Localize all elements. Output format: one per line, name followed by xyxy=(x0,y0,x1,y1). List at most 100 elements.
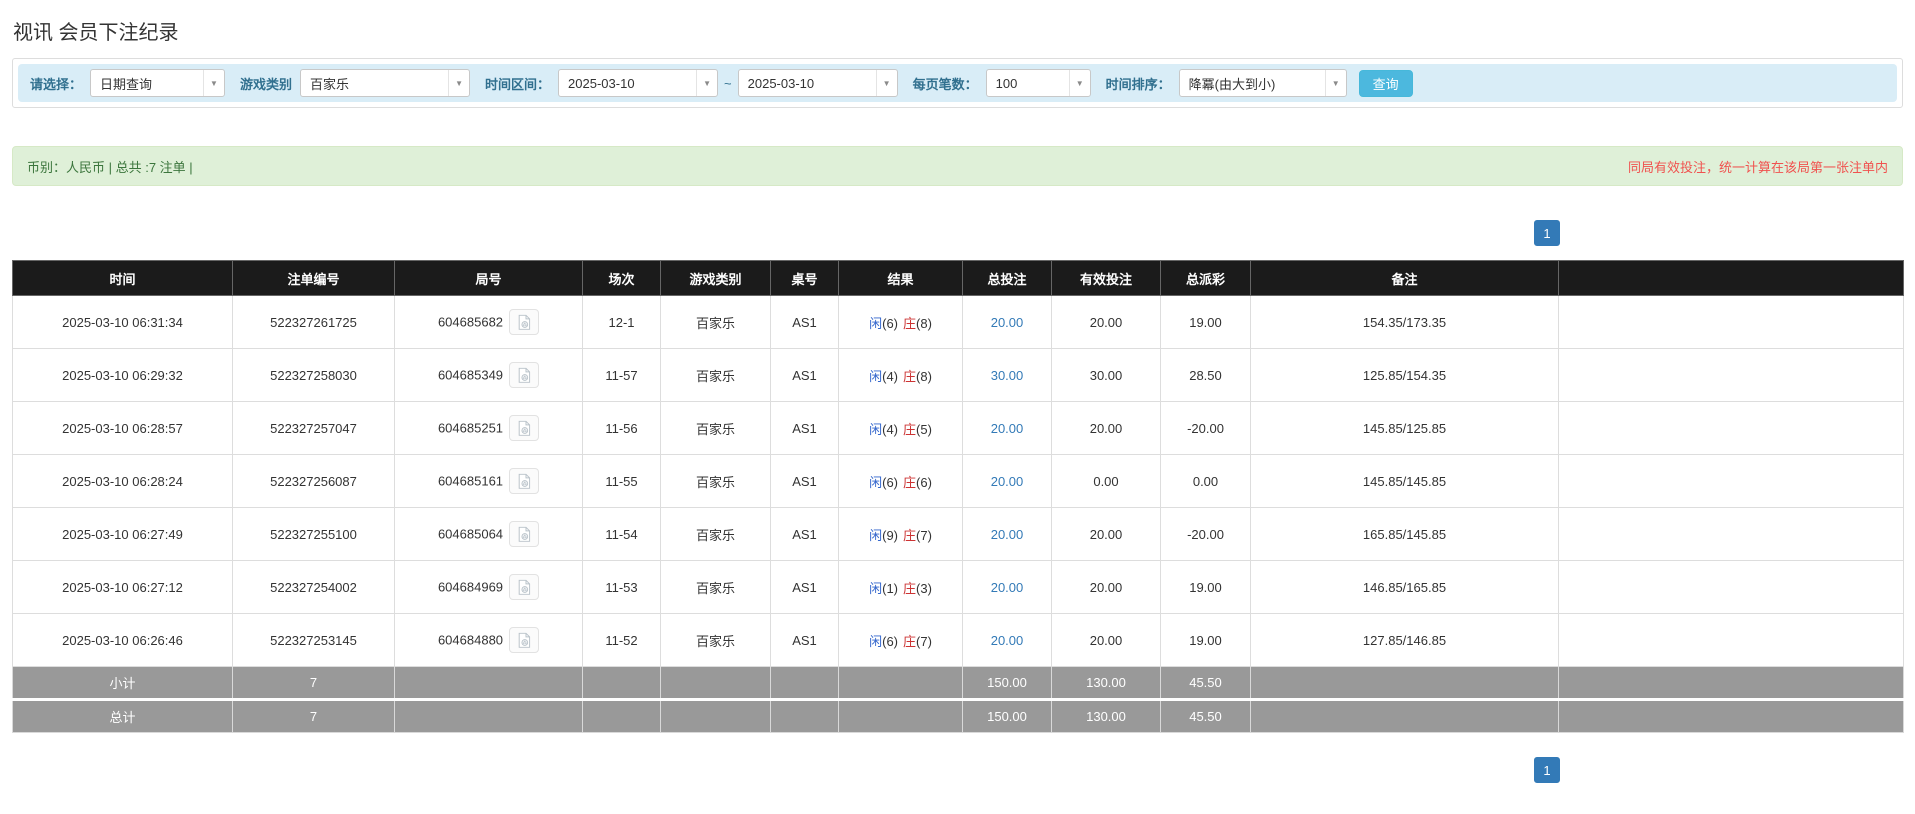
cell-valid-bet: 0.00 xyxy=(1051,454,1161,508)
date-from-select[interactable]: 2025-03-10 ▼ xyxy=(558,69,719,97)
cell-valid-bet: 20.00 xyxy=(1051,295,1161,349)
cell-filler xyxy=(1558,295,1904,349)
game-type-value: 百家乐 xyxy=(310,76,350,92)
cell-bet-id: 522327258030 xyxy=(232,348,395,402)
cell-valid-bet: 20.00 xyxy=(1051,613,1161,667)
cell-time: 2025-03-10 06:31:34 xyxy=(12,295,233,349)
film-document-icon xyxy=(518,420,531,436)
result-banker-score: (3) xyxy=(916,580,932,596)
cell-total-bet: 20.00 xyxy=(962,295,1052,349)
footer-empty xyxy=(394,698,583,733)
cell-round-id: 604685251 xyxy=(394,401,583,455)
cell-result: 闲(4) 庄(8) xyxy=(838,348,963,402)
total-bet-link[interactable]: 20.00 xyxy=(991,580,1024,595)
cell-table-no: AS1 xyxy=(770,454,839,508)
round-id-value: 604685682 xyxy=(437,314,504,330)
cell-table-no: AS1 xyxy=(770,295,839,349)
footer-valid-bet: 130.00 xyxy=(1051,698,1161,733)
cell-game-type: 百家乐 xyxy=(660,348,771,402)
page-size-select[interactable]: 100 ▼ xyxy=(985,69,1091,97)
sort-order-select[interactable]: 降冪(由大到小) ▼ xyxy=(1178,69,1347,97)
cell-total-bet: 30.00 xyxy=(962,348,1052,402)
video-record-button[interactable] xyxy=(509,309,540,335)
cell-bet-id: 522327255100 xyxy=(232,507,395,561)
cell-payout: -20.00 xyxy=(1160,401,1251,455)
total-bet-link[interactable]: 30.00 xyxy=(991,368,1024,383)
pagination-bottom: 1 xyxy=(12,757,1560,783)
cell-balance: 165.85/145.85 xyxy=(1250,507,1559,561)
cell-balance: 125.85/154.35 xyxy=(1250,348,1559,402)
chevron-down-icon: ▼ xyxy=(203,70,224,96)
column-header: 局号 xyxy=(394,260,583,296)
total-bet-link[interactable]: 20.00 xyxy=(991,474,1024,489)
cell-result: 闲(1) 庄(3) xyxy=(838,560,963,614)
cell-round-id: 604685682 xyxy=(394,295,583,349)
date-from-value: 2025-03-10 xyxy=(568,75,635,91)
result-banker-label: 庄 xyxy=(903,580,917,596)
page-button[interactable]: 1 xyxy=(1534,757,1560,783)
date-to-select[interactable]: 2025-03-10 ▼ xyxy=(737,69,898,97)
cell-game-type: 百家乐 xyxy=(660,507,771,561)
cell-filler xyxy=(1558,454,1904,508)
column-header: 注单编号 xyxy=(232,260,395,296)
result-player-label: 闲 xyxy=(869,474,883,490)
video-record-button[interactable] xyxy=(509,574,540,600)
cell-total-bet: 20.00 xyxy=(962,613,1052,667)
game-type-label: 游戏类别 xyxy=(240,76,293,92)
result-banker-score: (7) xyxy=(916,633,932,649)
cell-time: 2025-03-10 06:29:32 xyxy=(12,348,233,402)
video-record-button[interactable] xyxy=(509,468,540,494)
page-size-group: 每页笔数： 100 ▼ xyxy=(913,69,1091,97)
cell-filler xyxy=(1558,613,1904,667)
game-type-select[interactable]: 百家乐 ▼ xyxy=(300,69,471,97)
table-row: 2025-03-10 06:29:32 522327258030 604685349… xyxy=(12,348,1904,402)
query-type-label: 请选择： xyxy=(30,76,83,92)
cell-game-type: 百家乐 xyxy=(660,295,771,349)
cell-result: 闲(4) 庄(5) xyxy=(838,401,963,455)
total-bet-link[interactable]: 20.00 xyxy=(991,421,1024,436)
pagination-top: 1 xyxy=(12,220,1560,246)
query-type-select[interactable]: 日期查询 ▼ xyxy=(90,69,226,97)
cell-payout: 0.00 xyxy=(1160,454,1251,508)
footer-empty xyxy=(838,666,963,700)
page-size-value: 100 xyxy=(995,75,1018,91)
table-footer-row: 小计 7 150.00 130.00 45.50 xyxy=(12,666,1904,700)
column-header: 总派彩 xyxy=(1160,260,1251,296)
result-banker-score: (6) xyxy=(916,474,932,490)
total-bet-link[interactable]: 20.00 xyxy=(991,633,1024,648)
cell-round-id: 604684969 xyxy=(394,560,583,614)
video-record-button[interactable] xyxy=(509,627,540,653)
cell-total-bet: 20.00 xyxy=(962,454,1052,508)
cell-round-id: 604685064 xyxy=(394,507,583,561)
cell-table-no: AS1 xyxy=(770,401,839,455)
total-bet-link[interactable]: 20.00 xyxy=(991,527,1024,542)
table-row: 2025-03-10 06:28:57 522327257047 604685251… xyxy=(12,401,1904,455)
cell-bet-id: 522327257047 xyxy=(232,401,395,455)
footer-empty xyxy=(1250,698,1559,733)
column-header: 游戏类别 xyxy=(660,260,771,296)
video-record-button[interactable] xyxy=(509,521,540,547)
film-document-icon xyxy=(518,473,531,489)
column-header: 总投注 xyxy=(962,260,1052,296)
cell-valid-bet: 20.00 xyxy=(1051,560,1161,614)
filter-panel: 请选择： 日期查询 ▼ 游戏类别 百家乐 ▼ 时间区间： 2025-03-10 … xyxy=(12,58,1903,108)
page-button[interactable]: 1 xyxy=(1534,220,1560,246)
cell-total-bet: 20.00 xyxy=(962,507,1052,561)
round-id-value: 604684969 xyxy=(437,579,504,595)
video-record-button[interactable] xyxy=(509,362,540,388)
footer-empty xyxy=(582,666,661,700)
summary-text: 币别：人民币 | 总共 :7 注单 | xyxy=(27,159,193,175)
video-record-button[interactable] xyxy=(509,415,540,441)
table-row: 2025-03-10 06:26:46 522327253145 604684880… xyxy=(12,613,1904,667)
cell-time: 2025-03-10 06:27:49 xyxy=(12,507,233,561)
search-button[interactable]: 查询 xyxy=(1358,69,1413,97)
cell-game-type: 百家乐 xyxy=(660,454,771,508)
total-bet-link[interactable]: 20.00 xyxy=(991,315,1024,330)
result-banker-label: 庄 xyxy=(903,474,917,490)
cell-table-no: AS1 xyxy=(770,348,839,402)
film-document-icon xyxy=(518,632,531,648)
cell-session: 11-56 xyxy=(582,401,661,455)
result-banker-label: 庄 xyxy=(903,527,917,543)
round-id-value: 604684880 xyxy=(437,632,504,648)
filter-bar: 请选择： 日期查询 ▼ 游戏类别 百家乐 ▼ 时间区间： 2025-03-10 … xyxy=(18,64,1897,102)
